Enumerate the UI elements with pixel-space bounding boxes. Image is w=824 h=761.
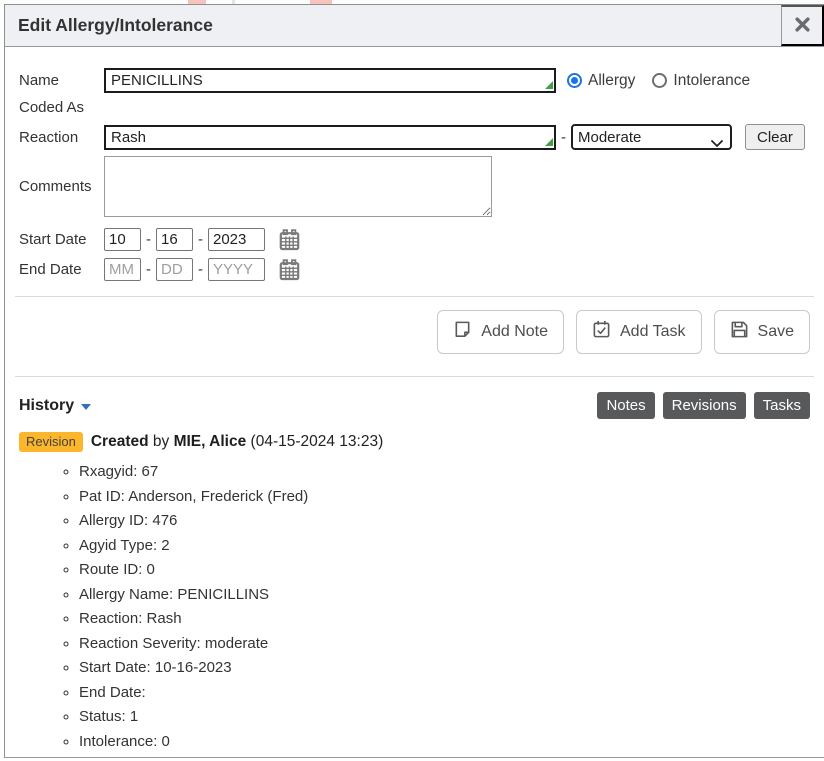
coded-as-row: Coded As <box>19 99 810 116</box>
divider <box>15 376 814 377</box>
reaction-input[interactable] <box>104 125 556 150</box>
radio-checked-icon <box>567 73 582 88</box>
history-detail-item: Allergy Name: PENICILLINS <box>79 583 810 608</box>
history-filter-buttons: Notes Revisions Tasks <box>597 392 810 419</box>
end-date-calendar-button[interactable] <box>279 259 300 281</box>
divider <box>15 296 814 297</box>
radio-unchecked-icon <box>652 73 667 88</box>
history-entry: Revision Created by MIE, Alice (04-15-20… <box>19 432 810 452</box>
dash-separator: - <box>561 129 566 146</box>
calendar-icon <box>279 239 300 254</box>
coded-as-label: Coded As <box>19 99 104 116</box>
page-background-strip <box>0 0 824 4</box>
entry-author: MIE, Alice <box>174 433 247 450</box>
save-icon <box>730 320 749 344</box>
calendar-icon <box>279 269 300 284</box>
task-calendar-icon <box>592 320 611 344</box>
allergy-radio-label: Allergy <box>588 72 635 90</box>
start-month-input[interactable] <box>104 228 141 251</box>
history-detail-item: Status: 1 <box>79 705 810 730</box>
start-date-row: Start Date - - <box>19 228 810 251</box>
start-day-input[interactable] <box>156 228 193 251</box>
history-header: History Notes Revisions Tasks <box>19 392 810 419</box>
start-date-label: Start Date <box>19 231 104 248</box>
add-note-label: Add Note <box>481 323 548 341</box>
history-detail-item: Intolerance: 0 <box>79 730 810 755</box>
entry-connector: by <box>153 433 169 450</box>
history-detail-item: Pat ID: Anderson, Frederick (Fred) <box>79 485 810 510</box>
history-detail-item: End Date: <box>79 681 810 706</box>
history-detail-item: Allergy ID: 476 <box>79 509 810 534</box>
background-fragment <box>232 0 235 4</box>
background-fragment <box>310 0 332 4</box>
background-fragment <box>188 0 206 4</box>
severity-select[interactable]: Moderate <box>571 124 732 150</box>
save-label: Save <box>758 323 794 341</box>
allergy-name-input[interactable] <box>104 68 556 93</box>
allergy-radio[interactable]: Allergy <box>567 72 635 90</box>
note-icon <box>453 320 472 344</box>
dialog-titlebar: Edit Allergy/Intolerance <box>5 5 824 47</box>
comments-row: Comments <box>19 156 810 217</box>
close-icon <box>795 17 810 35</box>
start-date-calendar-button[interactable] <box>279 229 300 251</box>
add-task-button[interactable]: Add Task <box>576 310 702 354</box>
revisions-button[interactable]: Revisions <box>663 392 746 419</box>
dialog-title: Edit Allergy/Intolerance <box>5 5 781 46</box>
end-date-label: End Date <box>19 261 104 278</box>
clear-button[interactable]: Clear <box>745 124 805 150</box>
history-detail-item: Route ID: 0 <box>79 558 810 583</box>
revision-badge: Revision <box>19 432 83 452</box>
history-detail-item: Rxagyid: 67 <box>79 460 810 485</box>
reaction-label: Reaction <box>19 129 104 146</box>
history-detail-item: Agyid Type: 2 <box>79 534 810 559</box>
end-year-input[interactable] <box>208 258 265 281</box>
dash-separator: - <box>146 231 151 248</box>
history-entry-text: Created by MIE, Alice (04-15-2024 13:23) <box>91 433 383 451</box>
name-label: Name <box>19 72 104 89</box>
end-month-input[interactable] <box>104 258 141 281</box>
reaction-row: Reaction - Moderate Clear <box>19 124 810 150</box>
caret-down-icon <box>81 404 91 410</box>
history-details-list: Rxagyid: 67 Pat ID: Anderson, Frederick … <box>19 460 810 754</box>
dash-separator: - <box>146 261 151 278</box>
end-date-row: End Date - - <box>19 258 810 281</box>
save-button[interactable]: Save <box>714 310 810 354</box>
dash-separator: - <box>198 231 203 248</box>
end-day-input[interactable] <box>156 258 193 281</box>
name-row: Name Allergy Intolerance <box>19 68 810 93</box>
actions-row: Add Note Add Task <box>19 310 810 354</box>
history-toggle[interactable]: History <box>19 397 91 415</box>
notes-button[interactable]: Notes <box>597 392 654 419</box>
history-detail-item: Reaction: Rash <box>79 607 810 632</box>
add-task-label: Add Task <box>620 323 686 341</box>
entry-timestamp: (04-15-2024 13:23) <box>251 433 384 450</box>
start-year-input[interactable] <box>208 228 265 251</box>
history-detail-item: Reaction Severity: moderate <box>79 632 810 657</box>
add-note-button[interactable]: Add Note <box>437 310 564 354</box>
history-detail-item: Start Date: 10-16-2023 <box>79 656 810 681</box>
history-title-label: History <box>19 397 74 415</box>
entry-action: Created <box>91 433 149 450</box>
close-button[interactable] <box>781 5 824 46</box>
allergy-type-radio-group: Allergy Intolerance <box>567 72 750 90</box>
intolerance-radio-label: Intolerance <box>673 72 750 90</box>
dialog-body: Name Allergy Intolerance Coded As <box>5 47 824 754</box>
tasks-button[interactable]: Tasks <box>754 392 810 419</box>
dash-separator: - <box>198 261 203 278</box>
edit-allergy-dialog: Edit Allergy/Intolerance Name Allergy <box>4 4 824 758</box>
comments-textarea[interactable] <box>104 156 492 217</box>
intolerance-radio[interactable]: Intolerance <box>652 72 750 90</box>
comments-label: Comments <box>19 178 104 195</box>
